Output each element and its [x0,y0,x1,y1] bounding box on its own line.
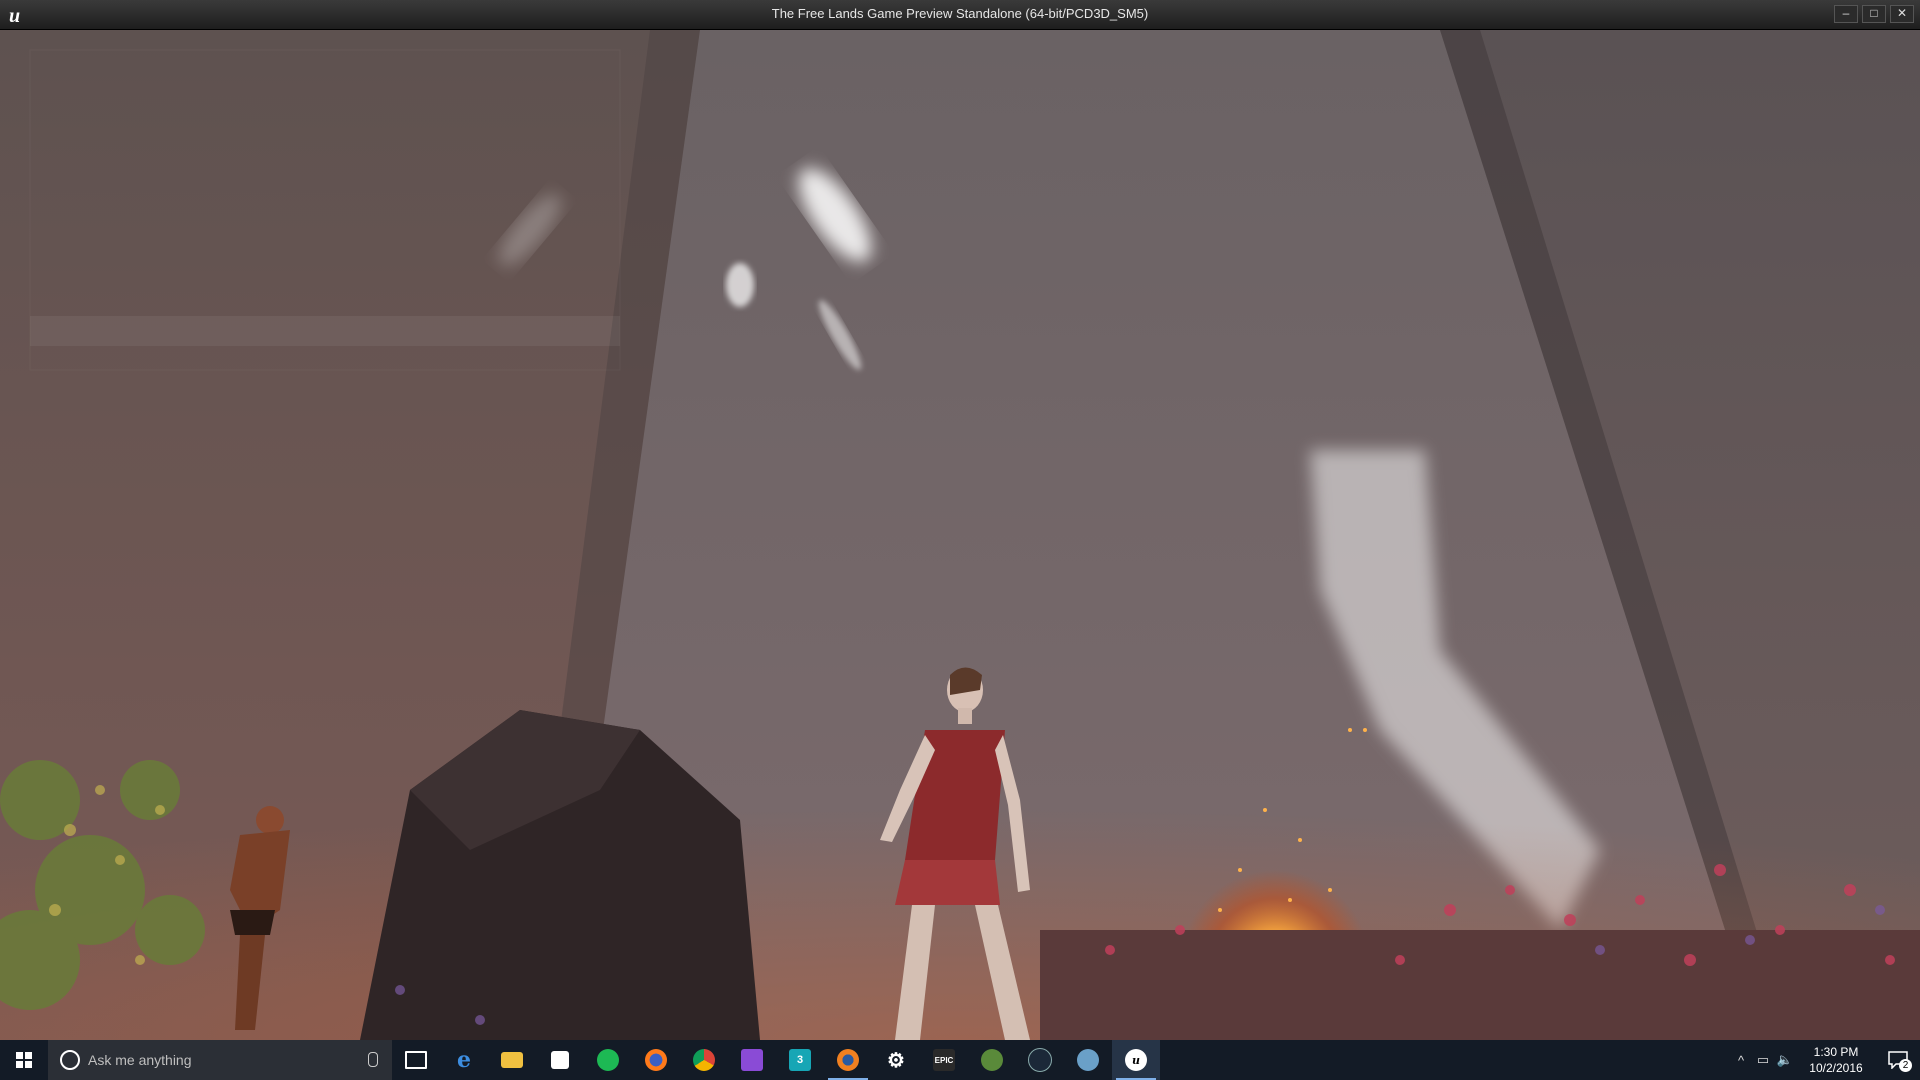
notification-count-badge: 2 [1899,1059,1912,1072]
firefox-icon[interactable] [632,1040,680,1080]
3ds-max-icon[interactable]: 3 [776,1040,824,1080]
taskbar: Ask me anything e 3 ⚙ EPIC u ^ ▭ 🔈 1:30 … [0,1040,1920,1080]
minimize-button[interactable]: – [1834,5,1858,23]
store-icon[interactable] [536,1040,584,1080]
network-icon[interactable]: ▭ [1752,1052,1774,1068]
search-placeholder: Ask me anything [88,1052,192,1068]
cortana-search-box[interactable]: Ask me anything [48,1040,392,1080]
window-title: The Free Lands Game Preview Standalone (… [771,6,1149,21]
unreal-engine-icon[interactable]: u [1112,1040,1160,1080]
file-explorer-icon[interactable] [488,1040,536,1080]
show-hidden-icons-chevron[interactable]: ^ [1730,1053,1752,1068]
game-scene [0,30,1920,1040]
game-viewport[interactable] [0,30,1920,1040]
microphone-icon[interactable] [368,1052,378,1067]
volume-icon[interactable]: 🔈 [1774,1052,1796,1068]
cortana-icon [60,1050,80,1070]
windows-start-icon[interactable] [0,1040,48,1080]
clock-date: 10/2/2016 [1809,1061,1863,1075]
epic-games-icon[interactable]: EPIC [920,1040,968,1080]
clock-time: 1:30 PM [1813,1045,1859,1059]
action-center-icon[interactable]: 2 [1876,1040,1920,1080]
maximize-button[interactable]: □ [1862,5,1886,23]
clock[interactable]: 1:30 PM 10/2/2016 [1796,1044,1876,1076]
system-tray: ^ ▭ 🔈 1:30 PM 10/2/2016 2 [1730,1040,1920,1080]
settings-icon[interactable]: ⚙ [872,1040,920,1080]
speedtree-icon[interactable] [968,1040,1016,1080]
spotify-icon[interactable] [584,1040,632,1080]
blender-icon[interactable] [824,1040,872,1080]
window-titlebar[interactable]: u The Free Lands Game Preview Standalone… [0,0,1920,30]
edge-icon[interactable]: e [440,1040,488,1080]
task-view-icon[interactable] [392,1040,440,1080]
app-icon[interactable] [1064,1040,1112,1080]
close-button[interactable]: ✕ [1890,5,1914,23]
visual-studio-icon[interactable] [728,1040,776,1080]
chrome-icon[interactable] [680,1040,728,1080]
steam-icon[interactable] [1016,1040,1064,1080]
